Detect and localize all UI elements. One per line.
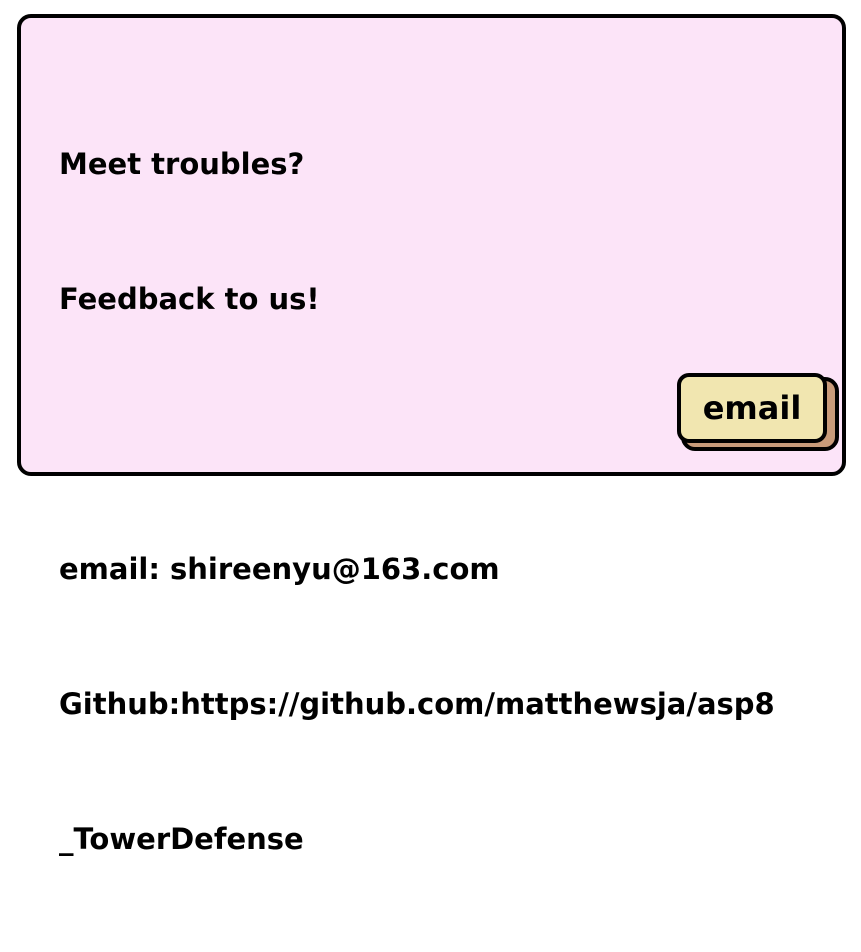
feedback-title-line: Meet troubles?: [59, 147, 305, 181]
email-button[interactable]: email: [677, 373, 827, 443]
github-url-line: Github:https://github.com/matthewsja/asp…: [59, 687, 775, 721]
github-url-continuation-line: _TowerDefense: [59, 822, 304, 856]
email-address-line: email: shireenyu@163.com: [59, 552, 500, 586]
feedback-dialog: Meet troubles? Feedback to us! email: sh…: [17, 14, 846, 856]
feedback-subtitle-line: Feedback to us!: [59, 282, 320, 316]
feedback-message: Meet troubles? Feedback to us! email: sh…: [59, 52, 775, 952]
